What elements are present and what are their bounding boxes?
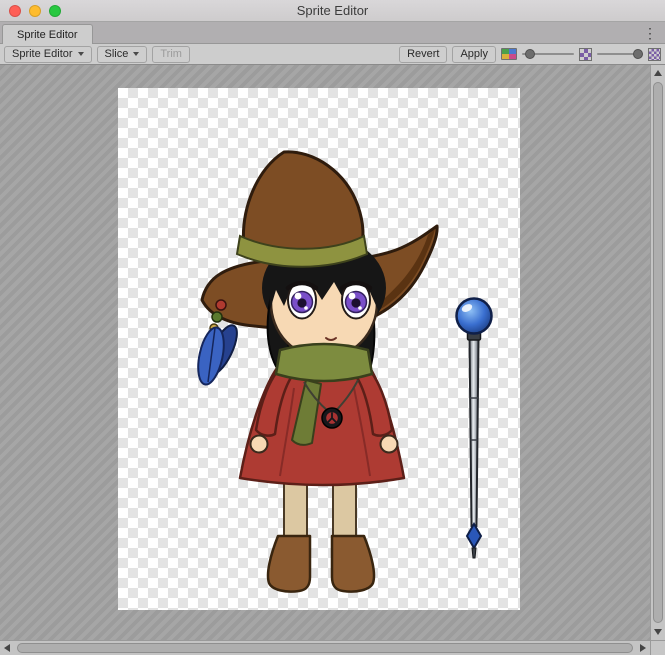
scroll-down-icon[interactable] — [654, 629, 662, 635]
editor-canvas[interactable] — [0, 65, 650, 640]
vertical-scroll-thumb[interactable] — [653, 82, 663, 623]
sprite-area[interactable] — [118, 88, 520, 610]
window-title: Sprite Editor — [0, 3, 665, 18]
zoom-slider-thumb[interactable] — [525, 49, 535, 59]
left-eye — [288, 282, 316, 319]
mode-dropdown-label: Sprite Editor — [12, 48, 73, 60]
sprite-editor-window: Sprite Editor Sprite Editor ⋮ Sprite Edi… — [0, 0, 665, 655]
mip-low-icon — [579, 48, 592, 61]
close-button[interactable] — [9, 5, 21, 17]
traffic-lights — [0, 5, 61, 17]
scroll-right-icon[interactable] — [640, 644, 646, 652]
titlebar[interactable]: Sprite Editor — [0, 0, 665, 22]
sprite-image — [118, 88, 520, 610]
toolbar: Sprite Editor Slice Trim Revert Apply — [0, 44, 665, 65]
trim-button-label: Trim — [160, 48, 182, 60]
scroll-left-icon[interactable] — [4, 644, 10, 652]
zoom-button[interactable] — [49, 5, 61, 17]
mode-dropdown[interactable]: Sprite Editor — [4, 46, 92, 63]
tab-label: Sprite Editor — [17, 29, 78, 41]
zoom-slider[interactable] — [522, 47, 574, 61]
horizontal-scrollbar[interactable] — [0, 640, 650, 655]
apply-button-label: Apply — [460, 48, 488, 60]
mip-slider[interactable] — [597, 47, 643, 61]
right-eye — [342, 282, 370, 319]
mip-slider-thumb[interactable] — [633, 49, 643, 59]
slice-dropdown-label: Slice — [105, 48, 129, 60]
chevron-down-icon — [133, 52, 139, 56]
tab-bar: Sprite Editor ⋮ — [0, 22, 665, 44]
character-sprite — [194, 152, 437, 592]
staff-sprite — [457, 299, 492, 559]
rgb-alpha-icon[interactable] — [501, 48, 517, 60]
slice-dropdown[interactable]: Slice — [97, 46, 148, 63]
scroll-up-icon[interactable] — [654, 70, 662, 76]
trim-button[interactable]: Trim — [152, 46, 190, 63]
scrollbar-corner — [650, 640, 665, 655]
vertical-scrollbar[interactable] — [650, 65, 665, 640]
kebab-menu-icon[interactable]: ⋮ — [640, 24, 660, 42]
horizontal-scroll-thumb[interactable] — [17, 643, 633, 653]
apply-button[interactable]: Apply — [452, 46, 496, 63]
minimize-button[interactable] — [29, 5, 41, 17]
tab-sprite-editor[interactable]: Sprite Editor — [2, 24, 93, 44]
revert-button[interactable]: Revert — [399, 46, 447, 63]
revert-button-label: Revert — [407, 48, 439, 60]
mip-high-icon — [648, 48, 661, 61]
chevron-down-icon — [78, 52, 84, 56]
